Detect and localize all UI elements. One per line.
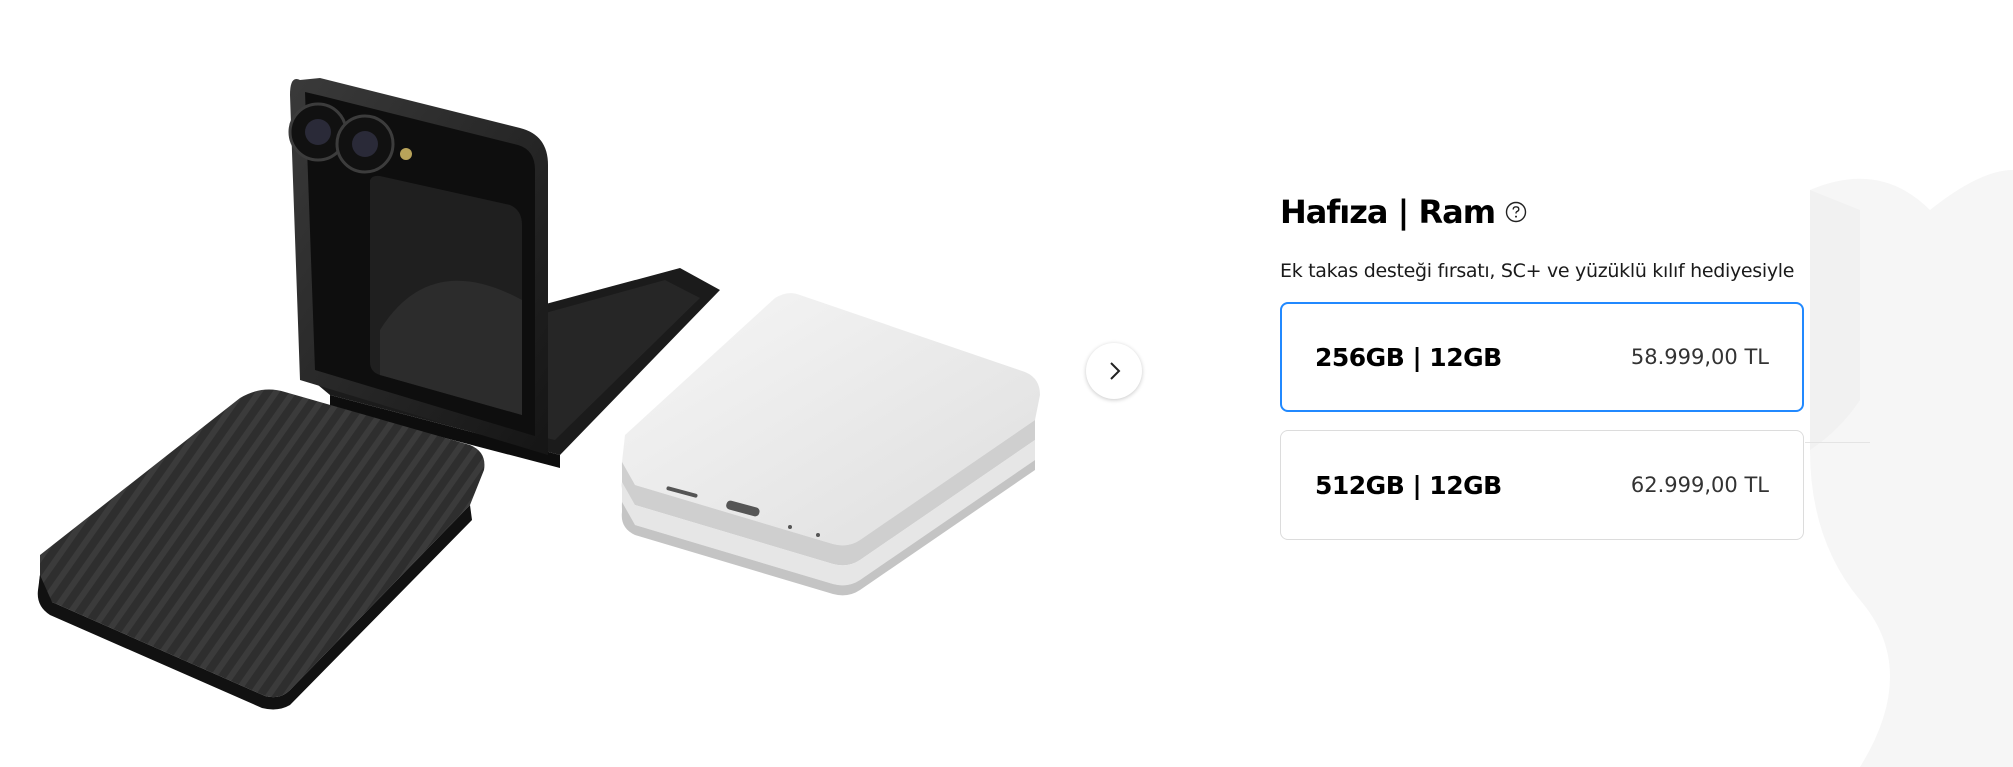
divider — [1805, 442, 1870, 443]
storage-option-512gb[interactable]: 512GB | 12GB 62.999,00 TL — [1280, 430, 1804, 540]
storage-title: Hafıza | Ram — [1280, 193, 1496, 231]
chevron-right-icon — [1110, 362, 1121, 380]
option-price: 62.999,00 TL — [1630, 473, 1769, 497]
option-price: 58.999,00 TL — [1630, 345, 1769, 369]
storage-title-row: Hafıza | Ram — [1280, 190, 1804, 234]
storage-selector: Hafıza | Ram Ek takas desteği fırsatı, S… — [1280, 190, 1804, 558]
option-label: 256GB | 12GB — [1315, 342, 1502, 372]
question-circle-icon[interactable] — [1505, 201, 1527, 223]
gallery-next-button[interactable] — [1086, 343, 1142, 399]
background-decoration — [1810, 170, 2013, 767]
storage-subtitle: Ek takas desteği fırsatı, SC+ ve yüzüklü… — [1280, 260, 1795, 282]
storage-option-256gb[interactable]: 256GB | 12GB 58.999,00 TL — [1280, 302, 1804, 412]
product-gallery — [0, 0, 1160, 767]
product-image — [37, 78, 1040, 710]
storage-options: 256GB | 12GB 58.999,00 TL 512GB | 12GB 6… — [1280, 302, 1804, 540]
option-label: 512GB | 12GB — [1315, 470, 1502, 500]
